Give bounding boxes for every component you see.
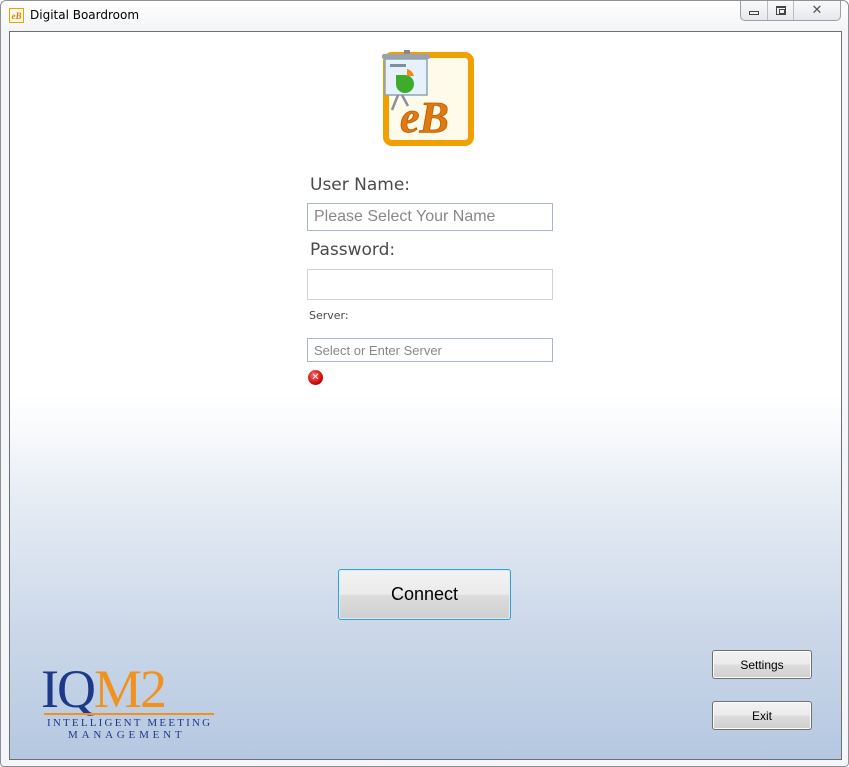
minimize-button[interactable] (741, 1, 768, 20)
title-bar[interactable]: eB Digital Boardroom ✕ (1, 1, 848, 31)
iqm2-underline (44, 713, 214, 715)
login-panel: eB User Name: Password: Server: ✕ Connec… (9, 31, 842, 760)
close-button[interactable]: ✕ (794, 1, 840, 20)
window-title: Digital Boardroom (30, 8, 140, 22)
close-icon: ✕ (811, 3, 823, 18)
server-label: Server: (309, 309, 349, 322)
iqm2-tagline-1: INTELLIGENT MEETING (47, 717, 213, 729)
caption-buttons: ✕ (740, 1, 841, 21)
eb-logo: eB (382, 50, 474, 146)
iqm2-m2: M2 (93, 659, 167, 719)
maximize-icon (775, 6, 786, 15)
connect-button[interactable]: Connect (338, 569, 511, 620)
app-icon: eB (9, 8, 24, 23)
error-icon: ✕ (308, 370, 323, 385)
iqm2-tagline-2: MANAGEMENT (68, 729, 186, 741)
minimize-icon (749, 11, 759, 15)
iqm2-iq: IQ (41, 659, 96, 719)
username-label: User Name: (310, 175, 411, 195)
password-input[interactable] (307, 269, 553, 300)
username-input[interactable] (307, 203, 553, 231)
exit-button[interactable]: Exit (712, 701, 812, 730)
iqm2-logo: IQM2 INTELLIGENT MEETING MANAGEMENT (41, 662, 217, 742)
maximize-button[interactable] (768, 1, 794, 20)
password-label: Password: (310, 240, 396, 260)
logo-text: eB (400, 93, 449, 142)
server-input[interactable] (307, 338, 553, 362)
iqm2-wordmark: IQM2 (41, 659, 167, 719)
settings-button[interactable]: Settings (712, 650, 812, 679)
app-window: eB Digital Boardroom ✕ eB User Name: Ple… (0, 0, 849, 767)
